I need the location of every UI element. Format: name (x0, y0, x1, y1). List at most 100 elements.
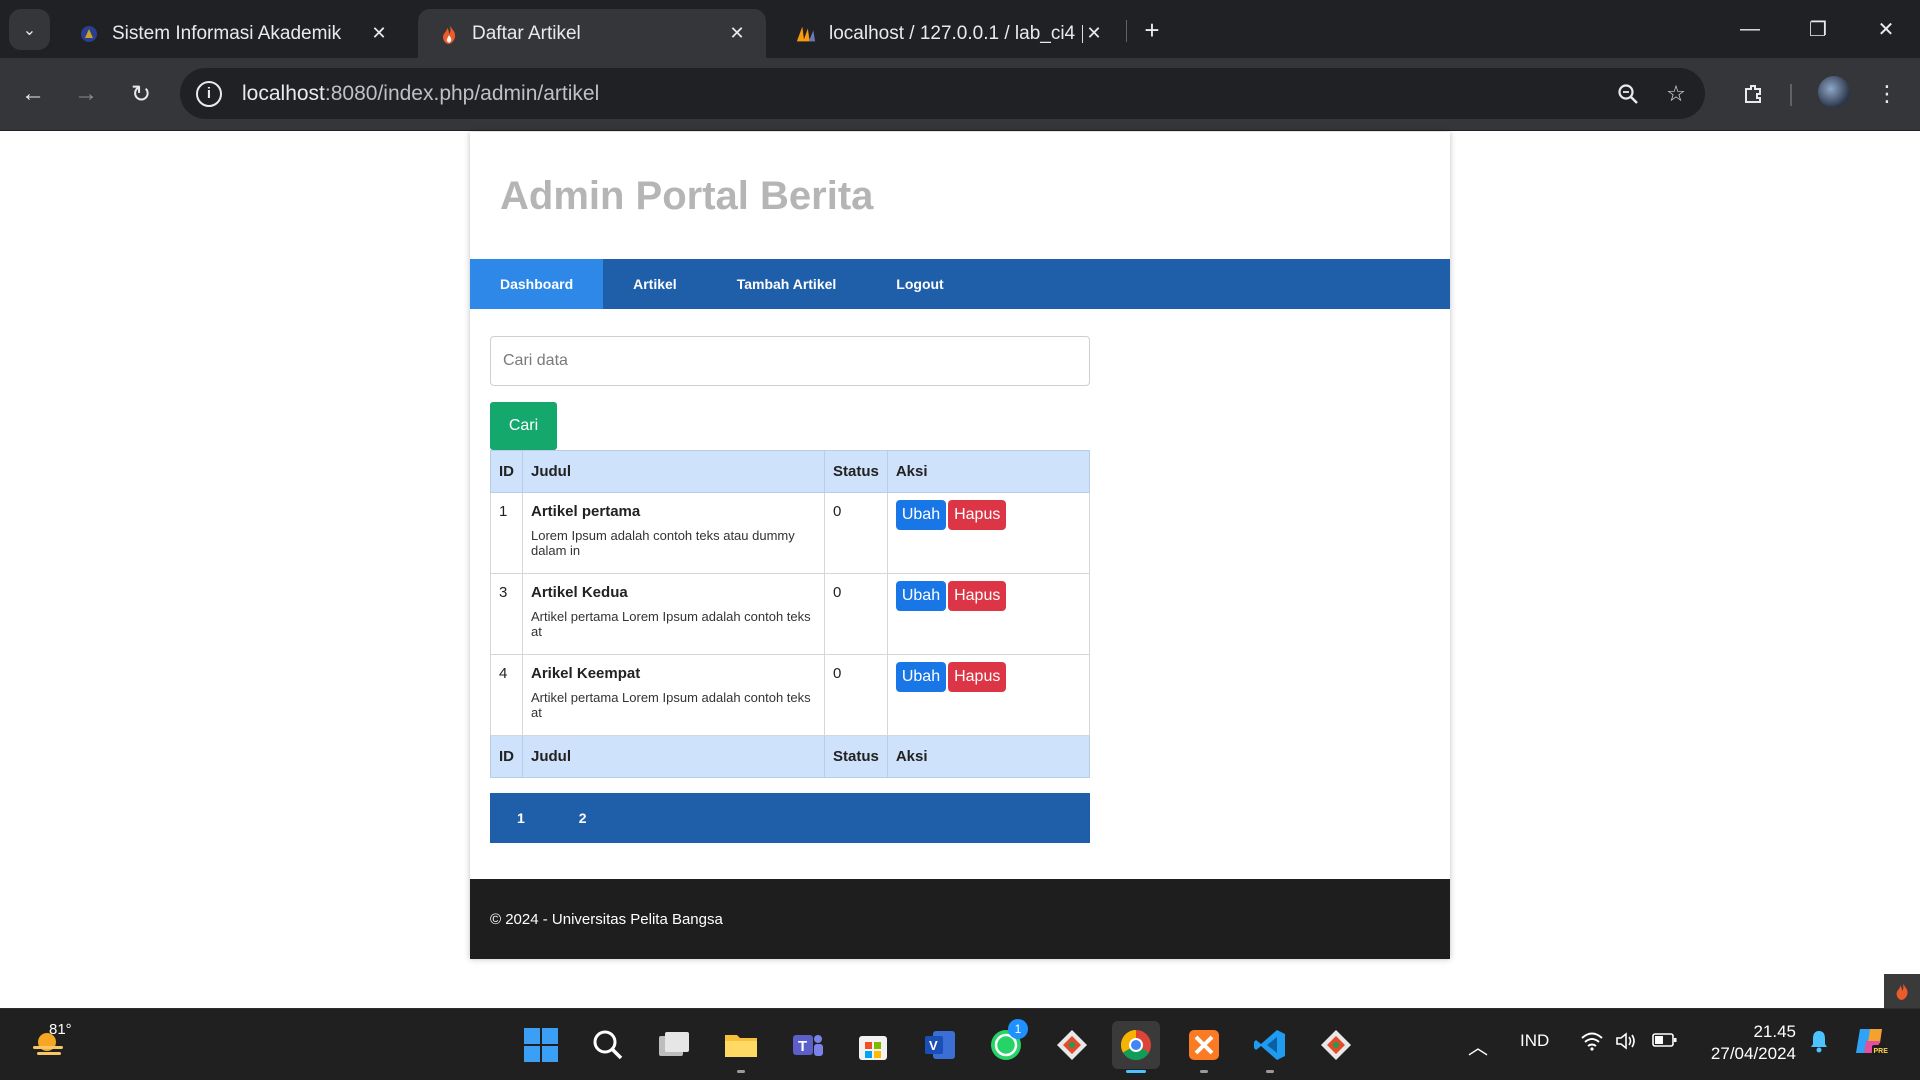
volume-icon[interactable] (1614, 1031, 1638, 1056)
task-view-icon[interactable] (650, 1021, 698, 1069)
column-footer-judul: Judul (522, 735, 825, 778)
close-tab-icon[interactable]: ✕ (726, 23, 748, 45)
xampp-icon[interactable] (1180, 1021, 1228, 1073)
search-icon[interactable] (584, 1021, 632, 1069)
edit-button[interactable]: Ubah (895, 662, 947, 692)
url-text[interactable]: localhost:8080/index.php/admin/artikel (242, 82, 599, 106)
column-header-id: ID (490, 450, 523, 493)
nav-artikel[interactable]: Artikel (603, 259, 707, 309)
cell-aksi: Ubah Hapus (886, 492, 1091, 574)
cell-aksi: Ubah Hapus (886, 573, 1091, 655)
browser-menu-icon[interactable]: ⋮ (1867, 74, 1907, 114)
footer-text: © 2024 - Universitas Pelita Bangsa (490, 910, 723, 928)
minimize-button[interactable]: — (1716, 0, 1784, 58)
tab-separator (1126, 20, 1127, 42)
profile-avatar[interactable] (1818, 76, 1850, 108)
zoom-icon[interactable] (1614, 80, 1642, 108)
close-icon: ✕ (1877, 18, 1895, 41)
vscode-icon[interactable] (1246, 1021, 1294, 1073)
close-window-button[interactable]: ✕ (1852, 0, 1920, 58)
chevron-up-icon[interactable]: ︿ (1468, 1031, 1488, 1060)
close-tab-icon[interactable]: ✕ (1083, 23, 1105, 45)
delete-button[interactable]: Hapus (948, 662, 1007, 692)
svg-text:T: T (798, 1038, 807, 1055)
table-row: 4 Arikel Keempat Artikel pertama Lorem I… (490, 654, 1091, 736)
tab-sistem-informasi[interactable]: Sistem Informasi Akademik ✕ (58, 9, 408, 58)
restore-button[interactable]: ❐ (1784, 0, 1852, 58)
search-input[interactable] (490, 336, 1090, 386)
article-excerpt: Artikel pertama Lorem Ipsum adalah conto… (531, 609, 811, 639)
battery-icon[interactable] (1652, 1031, 1678, 1054)
page-link-2[interactable]: 2 (552, 810, 614, 826)
extensions-icon[interactable] (1733, 74, 1773, 114)
weather-temperature: 81° (49, 1021, 72, 1038)
cell-id: 4 (490, 654, 523, 736)
table-header-row: ID Judul Status Aksi (490, 450, 1091, 493)
start-button[interactable] (517, 1021, 565, 1069)
clock-date: 27/04/2024 (1710, 1044, 1796, 1063)
cell-id: 3 (490, 573, 523, 655)
microsoft-store-icon[interactable] (849, 1021, 897, 1069)
column-header-status: Status (824, 450, 888, 493)
svg-text:V: V (929, 1038, 938, 1053)
page-link-1[interactable]: 1 (490, 810, 552, 826)
tab-title: localhost / 127.0.0.1 / lab_ci4 | p (829, 22, 1083, 44)
delete-button[interactable]: Hapus (948, 500, 1007, 530)
url-path: :8080/index.php/admin/artikel (324, 81, 600, 105)
article-title: Arikel Keempat (531, 665, 641, 682)
reload-button[interactable]: ↻ (121, 74, 161, 114)
notification-badge: 1 (1008, 1019, 1028, 1039)
reload-icon: ↻ (130, 80, 152, 108)
university-logo-icon (78, 23, 100, 45)
back-button[interactable]: ← (13, 74, 53, 114)
whatsapp-icon[interactable]: 1 (982, 1019, 1030, 1069)
column-footer-id: ID (490, 735, 523, 778)
chrome-icon[interactable] (1112, 1021, 1160, 1073)
tab-daftar-artikel[interactable]: Daftar Artikel ✕ (418, 9, 766, 58)
cell-status: 0 (824, 654, 888, 736)
nav-dashboard[interactable]: Dashboard (470, 259, 604, 309)
teams-icon[interactable]: T (783, 1021, 831, 1069)
column-footer-status: Status (824, 735, 888, 778)
phpmyadmin-sail-icon (795, 23, 817, 45)
search-button[interactable]: Cari (490, 402, 557, 450)
tab-title: Sistem Informasi Akademik (112, 22, 342, 44)
git-gui-icon[interactable] (1312, 1021, 1360, 1069)
edit-button[interactable]: Ubah (895, 500, 947, 530)
system-clock[interactable]: 21.45 27/04/2024 (1700, 1021, 1796, 1065)
cell-id: 1 (490, 492, 523, 574)
bookmark-star-icon[interactable]: ☆ (1662, 80, 1690, 108)
cell-judul: Artikel pertama Lorem Ipsum adalah conto… (522, 492, 825, 574)
arrow-left-icon: ← (21, 80, 45, 107)
site-info-icon[interactable]: i (196, 80, 222, 107)
file-explorer-icon[interactable] (717, 1021, 765, 1073)
pagination: 1 2 (490, 793, 1090, 843)
notification-bell-icon[interactable] (1808, 1029, 1830, 1058)
visio-icon[interactable]: V (916, 1021, 964, 1069)
column-header-aksi: Aksi (886, 450, 1091, 493)
codeigniter-flame-icon (438, 23, 460, 45)
new-tab-button[interactable]: + (1135, 13, 1169, 47)
table-row: 3 Artikel Kedua Artikel pertama Lorem Ip… (490, 573, 1091, 655)
edit-button[interactable]: Ubah (895, 581, 947, 611)
cell-aksi: Ubah Hapus (886, 654, 1091, 736)
forward-button[interactable]: → (66, 74, 106, 114)
delete-button[interactable]: Hapus (948, 581, 1007, 611)
article-title: Artikel Kedua (531, 584, 628, 601)
address-bar[interactable]: i localhost:8080/index.php/admin/artikel… (180, 68, 1705, 119)
chevron-down-icon: ⌄ (22, 21, 37, 39)
codeigniter-debug-toolbar-icon[interactable] (1884, 974, 1920, 1008)
language-indicator[interactable]: IND (1520, 1031, 1549, 1051)
cell-judul: Arikel Keempat Artikel pertama Lorem Ips… (522, 654, 825, 736)
close-tab-icon[interactable]: ✕ (368, 23, 390, 45)
git-client-icon[interactable] (1048, 1021, 1096, 1069)
restore-icon: ❐ (1809, 18, 1827, 41)
nav-tambah-artikel[interactable]: Tambah Artikel (707, 259, 867, 309)
wifi-icon[interactable] (1580, 1031, 1604, 1056)
browser-toolbar: ← → ↻ i localhost:8080/index.php/admin/a… (0, 58, 1920, 131)
cell-status: 0 (824, 573, 888, 655)
copilot-icon[interactable]: PRE (1852, 1023, 1888, 1064)
tab-phpmyadmin[interactable]: localhost / 127.0.0.1 / lab_ci4 | p ✕ (775, 9, 1123, 58)
nav-logout[interactable]: Logout (866, 259, 973, 309)
tab-search-menu-button[interactable]: ⌄ (9, 9, 50, 50)
